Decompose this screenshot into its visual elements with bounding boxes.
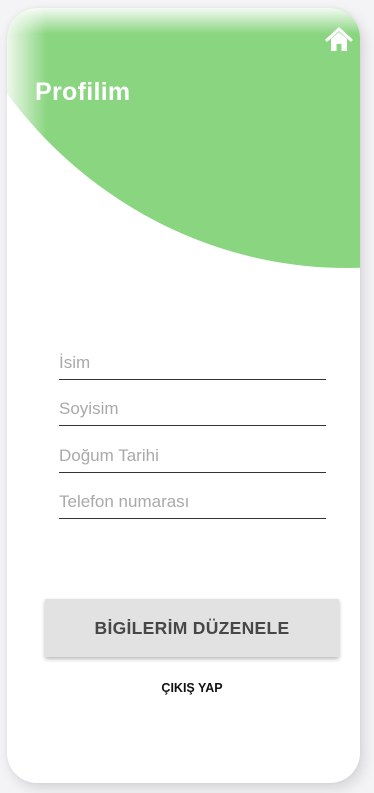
profile-screen: Profilim BİGİLERİM DÜZENELE ÇIKIŞ YAP: [7, 8, 360, 783]
surname-input[interactable]: [59, 396, 326, 426]
logout-link[interactable]: ÇIKIŞ YAP: [7, 681, 360, 695]
header-background: [7, 8, 360, 268]
edit-profile-button[interactable]: BİGİLERİM DÜZENELE: [45, 599, 339, 657]
phone-input[interactable]: [59, 489, 326, 519]
name-input[interactable]: [59, 350, 326, 380]
home-button[interactable]: [325, 26, 353, 54]
home-icon: [325, 27, 353, 51]
page-title: Profilim: [35, 78, 131, 106]
birthdate-input[interactable]: [59, 443, 326, 473]
